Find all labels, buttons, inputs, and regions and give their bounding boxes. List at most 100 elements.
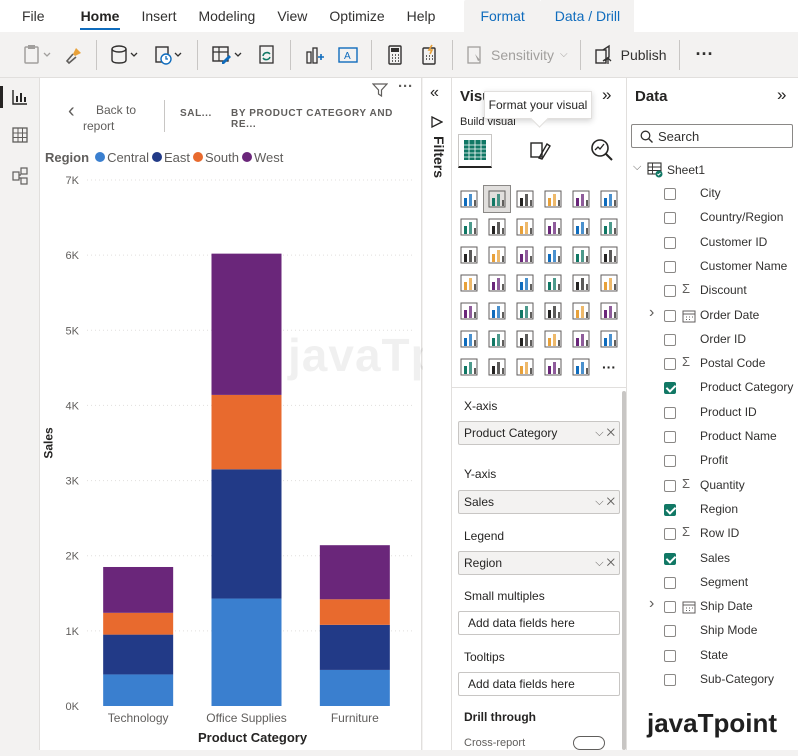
bar-central[interactable] — [103, 674, 174, 706]
remove-icon[interactable]: ✕ — [607, 427, 615, 439]
field-checkbox[interactable] — [664, 528, 676, 541]
collapse-data-icon[interactable]: » — [777, 85, 786, 105]
visual-type-icon[interactable] — [511, 325, 539, 353]
field-checkbox[interactable] — [664, 552, 676, 565]
visual-type-icon[interactable] — [567, 325, 595, 353]
chevron-down-icon[interactable]: ⌵ — [595, 557, 603, 569]
visual-type-icon[interactable] — [595, 269, 623, 297]
visual-type-icon[interactable] — [539, 269, 567, 297]
field-region[interactable]: Region — [627, 498, 798, 522]
sensitivity-button[interactable]: Sensitivity ⌵ — [459, 40, 574, 70]
field-city[interactable]: City — [627, 182, 798, 206]
y-axis-field-well[interactable]: Sales ⌵ ✕ — [458, 490, 620, 514]
bar-east[interactable] — [211, 469, 282, 599]
visual-type-icon[interactable] — [539, 353, 567, 381]
visual-type-icon[interactable] — [455, 213, 483, 241]
visual-type-icon[interactable] — [539, 185, 567, 213]
refresh-button[interactable] — [250, 40, 284, 70]
bar-west[interactable] — [211, 253, 282, 395]
visual-type-icon[interactable] — [483, 325, 511, 353]
field-country-region[interactable]: Country/Region — [627, 206, 798, 230]
visual-type-icon[interactable] — [595, 213, 623, 241]
field-checkbox[interactable] — [664, 212, 676, 225]
chevron-right-icon[interactable]: › — [649, 304, 654, 322]
visual-type-icon[interactable] — [483, 353, 511, 381]
bar-east[interactable] — [103, 634, 174, 675]
visual-type-icon[interactable] — [511, 353, 539, 381]
field-checkbox[interactable] — [664, 285, 676, 298]
chevron-down-icon[interactable]: ⌵ — [595, 427, 603, 439]
field-checkbox[interactable] — [664, 406, 676, 419]
field-discount[interactable]: Σ Discount — [627, 279, 798, 303]
text-box-button[interactable]: A — [331, 40, 365, 70]
visual-type-icon[interactable] — [483, 297, 511, 325]
visual-type-icon[interactable] — [595, 185, 623, 213]
bar-central[interactable] — [211, 598, 282, 706]
chevron-down-icon[interactable]: ⌵ — [595, 496, 603, 508]
get-data-button[interactable] — [103, 40, 147, 70]
new-visual-button[interactable] — [297, 40, 331, 70]
remove-icon[interactable]: ✕ — [607, 496, 615, 508]
field-checkbox[interactable] — [664, 576, 676, 589]
menu-help[interactable]: Help — [396, 0, 447, 32]
report-view-button[interactable] — [0, 80, 40, 114]
visual-type-icon[interactable] — [567, 185, 595, 213]
menu-optimize[interactable]: Optimize — [318, 0, 395, 32]
field-state[interactable]: State — [627, 644, 798, 668]
field-quantity[interactable]: Σ Quantity — [627, 474, 798, 498]
visual-type-icon[interactable] — [539, 213, 567, 241]
legend-field-well[interactable]: Region ⌵ ✕ — [458, 551, 620, 575]
visual-type-icon[interactable] — [567, 269, 595, 297]
quick-measure-button[interactable] — [412, 40, 446, 70]
bar-south[interactable] — [103, 612, 174, 635]
visual-type-icon[interactable] — [483, 269, 511, 297]
table-sheet1[interactable]: ⌵ Sheet1 — [627, 159, 798, 181]
field-checkbox[interactable] — [664, 503, 676, 516]
field-order-id[interactable]: Order ID — [627, 328, 798, 352]
visual-type-icon[interactable] — [595, 297, 623, 325]
menu-view[interactable]: View — [266, 0, 318, 32]
remove-icon[interactable]: ✕ — [607, 557, 615, 569]
transform-data-button[interactable] — [204, 40, 250, 70]
visual-more-button[interactable]: ··· — [398, 78, 413, 95]
visual-type-icon[interactable] — [483, 241, 511, 269]
visual-type-icon[interactable] — [567, 297, 595, 325]
collapse-visualizations-icon[interactable]: » — [602, 85, 611, 105]
field-checkbox[interactable] — [664, 382, 676, 395]
field-profit[interactable]: Profit — [627, 449, 798, 473]
visual-type-icon[interactable] — [595, 325, 623, 353]
visual-type-icon[interactable] — [595, 241, 623, 269]
stacked-column-chart[interactable]: 0K 1K 2K 3K 4K 5K 6K 7K Technology Office Supplie… — [40, 156, 422, 756]
field-row-id[interactable]: Σ Row ID — [627, 522, 798, 546]
visual-type-icon[interactable] — [539, 241, 567, 269]
visual-type-icon[interactable] — [567, 353, 595, 381]
visual-type-icon[interactable] — [455, 325, 483, 353]
filter-icon[interactable] — [372, 83, 388, 97]
field-checkbox[interactable] — [664, 260, 676, 273]
field-ship-mode[interactable]: Ship Mode — [627, 619, 798, 643]
visual-type-icon[interactable] — [567, 213, 595, 241]
menu-file[interactable]: File — [0, 0, 56, 32]
visual-type-icon[interactable] — [539, 325, 567, 353]
visual-type-icon[interactable] — [511, 241, 539, 269]
cross-report-toggle[interactable] — [573, 736, 605, 750]
field-checkbox[interactable] — [664, 479, 676, 492]
bar-south[interactable] — [211, 394, 282, 470]
visual-type-icon[interactable] — [455, 269, 483, 297]
field-postal-code[interactable]: Σ Postal Code — [627, 352, 798, 376]
filters-pane[interactable]: « Filters — [423, 78, 452, 750]
bar-east[interactable] — [319, 624, 390, 670]
bar-west[interactable] — [319, 545, 390, 600]
field-product-name[interactable]: Product Name — [627, 425, 798, 449]
bar-west[interactable] — [103, 566, 174, 613]
field-checkbox[interactable] — [664, 455, 676, 468]
visual-type-icon[interactable] — [511, 185, 539, 213]
visual-type-icon[interactable] — [483, 213, 511, 241]
visual-type-icon[interactable] — [567, 241, 595, 269]
menu-data-drill[interactable]: Data / Drill — [540, 0, 635, 32]
field-checkbox[interactable] — [664, 333, 676, 346]
field-checkbox[interactable] — [664, 188, 676, 200]
visual-type-icon[interactable] — [511, 297, 539, 325]
search-box[interactable]: Search — [631, 124, 793, 148]
field-segment[interactable]: Segment — [627, 571, 798, 595]
